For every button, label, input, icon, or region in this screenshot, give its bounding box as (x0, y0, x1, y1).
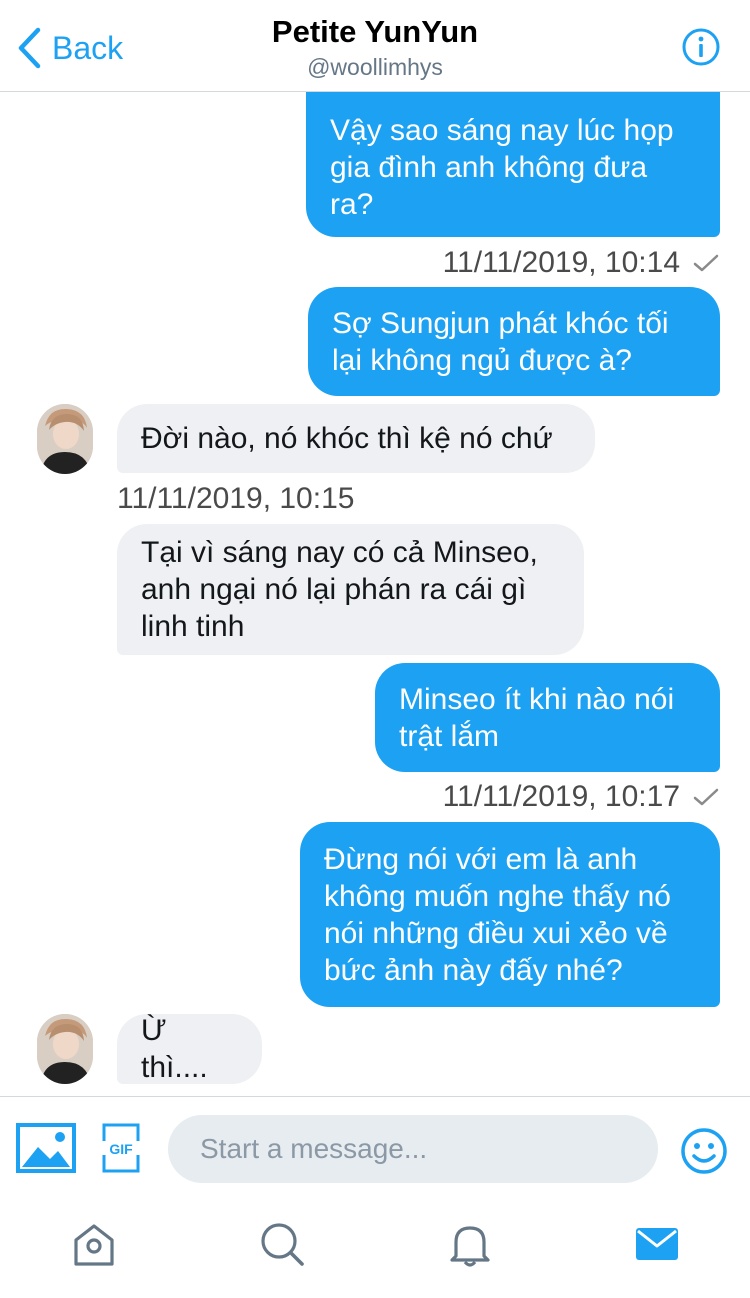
message-timestamp: 11/11/2019, 10:14 (443, 244, 720, 282)
avatar[interactable] (37, 1014, 93, 1084)
gif-button[interactable]: GIF (102, 1123, 140, 1173)
home-icon[interactable] (70, 1220, 118, 1268)
message-composer: GIF (0, 1096, 750, 1198)
read-check-icon (693, 254, 719, 272)
message-bubble-outgoing[interactable]: Minseo ít khi nào nói trật lắm (375, 663, 720, 772)
timestamp-text: 11/11/2019, 10:15 (117, 482, 355, 515)
message-timestamp: 11/11/2019, 10:15 (117, 480, 354, 518)
tab-bar (0, 1198, 750, 1298)
message-thread: Vậy sao sáng nay lúc họp gia đình anh kh… (0, 92, 750, 1096)
message-bubble-incoming[interactable]: Tại vì sáng nay có cả Minseo, anh ngại n… (117, 524, 584, 655)
timestamp-text: 11/11/2019, 10:17 (442, 780, 680, 813)
message-timestamp: 11/11/2019, 10:17 (443, 778, 720, 816)
conversation-title: Petite YunYun (271, 14, 479, 49)
conversation-header: Back Petite YunYun @woollimhys (0, 0, 750, 92)
bell-icon[interactable] (446, 1220, 494, 1268)
message-input[interactable] (168, 1115, 658, 1183)
gif-icon: GIF (102, 1123, 140, 1173)
message-bubble-incoming[interactable]: Ừ thì.... (117, 1014, 262, 1084)
photo-icon[interactable] (16, 1123, 76, 1173)
info-icon[interactable] (682, 28, 720, 66)
avatar[interactable] (37, 404, 93, 474)
avatar-image (37, 1014, 93, 1084)
search-icon[interactable] (258, 1220, 306, 1268)
gif-label: GIF (109, 1141, 133, 1157)
message-bubble-incoming[interactable]: Đời nào, nó khóc thì kệ nó chứ (117, 404, 595, 473)
avatar-image (37, 404, 93, 474)
emoji-icon[interactable] (680, 1127, 728, 1175)
message-bubble-outgoing[interactable]: Sợ Sungjun phát khóc tối lại không ngủ đ… (308, 287, 720, 396)
read-check-icon (693, 788, 719, 806)
conversation-handle: @woollimhys (307, 54, 443, 80)
message-bubble-outgoing[interactable]: Vậy sao sáng nay lúc họp gia đình anh kh… (306, 92, 720, 237)
message-bubble-outgoing[interactable]: Đừng nói với em là anh không muốn nghe t… (300, 822, 720, 1007)
timestamp-text: 11/11/2019, 10:14 (442, 246, 680, 279)
envelope-icon[interactable] (634, 1220, 680, 1268)
